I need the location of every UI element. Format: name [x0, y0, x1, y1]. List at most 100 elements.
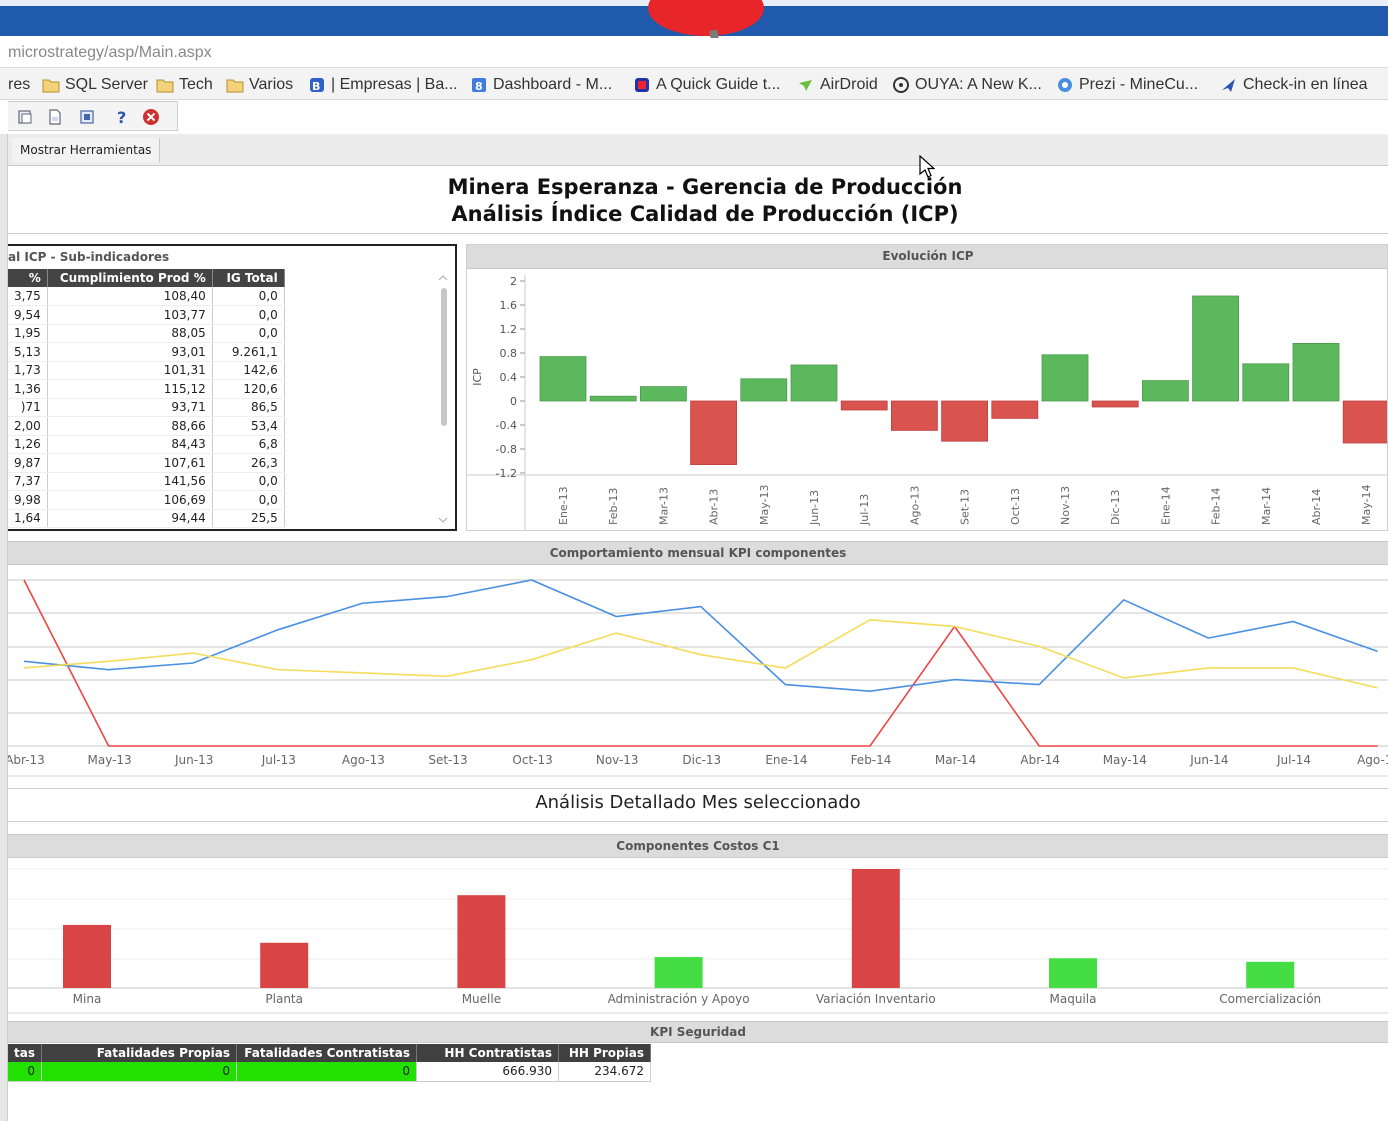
address-bar[interactable]: microstrategy/asp/Main.aspx	[0, 38, 1388, 68]
cost-components-chart: Mina Planta Muelle Administración y Apoyo Va…	[8, 868, 1388, 1014]
table-cell: 103,77	[47, 305, 213, 325]
show-tools-button[interactable]: Mostrar Herramientas	[12, 138, 161, 162]
url-text[interactable]: microstrategy/asp/Main.aspx	[8, 44, 212, 62]
table-row[interactable]: 3,75 108,40 0,0	[8, 287, 285, 306]
column-header[interactable]: HH Propias	[558, 1044, 651, 1062]
x-tick-label: Nov-13	[1059, 486, 1072, 525]
svg-text:8: 8	[475, 80, 483, 93]
scrollbar-thumb[interactable]	[441, 288, 447, 426]
bookmark-item[interactable]: res	[8, 74, 30, 96]
table-row[interactable]: 9,98 106,69 0,0	[8, 490, 285, 510]
bar	[1091, 400, 1139, 408]
plane-icon	[1222, 79, 1235, 92]
bookmark-item[interactable]: Tech	[156, 74, 213, 96]
table-cell: 0,0	[212, 490, 285, 510]
column-header[interactable]: IG Total	[212, 269, 285, 287]
table-row[interactable]: 9,87 107,61 26,3	[8, 453, 285, 473]
series-line	[23, 579, 1378, 747]
bookmark-item[interactable]: 8 Dashboard - M...	[470, 74, 612, 96]
x-tick-label: Jul-13	[261, 753, 296, 767]
column-header[interactable]: Cumplimiento Prod %	[47, 269, 213, 287]
bookmarks-bar: res SQL Server Tech Varios B | Empresas | Ba.…	[0, 68, 1388, 100]
table-row[interactable]: 1,26 84,43 6,8	[8, 435, 285, 454]
table-row[interactable]: )71 93,71 86,5	[8, 398, 285, 417]
sub-indicators-caption: al ICP - Sub-indicadores	[8, 250, 170, 264]
table-cell: 0	[236, 1062, 417, 1082]
table-cell: 88,05	[47, 324, 213, 343]
close-icon[interactable]	[142, 108, 160, 126]
x-tick-label: Variación Inventario	[816, 992, 936, 1006]
bookmark-item[interactable]: Varios	[226, 74, 293, 96]
table-cell: 84,43	[47, 435, 213, 454]
prezi-icon	[1058, 78, 1072, 92]
x-tick-label: Jun-14	[1189, 753, 1228, 767]
bar	[1242, 363, 1290, 402]
x-tick-label: Set-13	[428, 753, 467, 767]
table-cell: 26,3	[212, 453, 285, 473]
print-icon[interactable]	[78, 108, 96, 126]
bookmark-item[interactable]: Prezi - MineCu...	[1056, 74, 1198, 96]
y-tick-label: 1.2	[500, 323, 518, 336]
table-row: 0 0 0 666.930 234.672	[8, 1062, 651, 1082]
x-tick-label: Feb-14	[851, 753, 892, 767]
bar	[690, 400, 738, 465]
x-tick-label: Jul-13	[858, 494, 871, 526]
bookmark-label: AirDroid	[820, 76, 878, 93]
x-tick-label: Oct-13	[512, 753, 552, 767]
column-header[interactable]: tas	[8, 1044, 42, 1062]
x-tick-label: Maquila	[1050, 992, 1097, 1006]
bar	[1246, 961, 1295, 988]
x-tick-label: May-13	[87, 753, 131, 767]
bar	[890, 400, 938, 431]
column-header[interactable]: Fatalidades Propias	[41, 1044, 237, 1062]
table-row[interactable]: 1,36 115,12 120,6	[8, 379, 285, 399]
x-tick-label: Abr-14	[1310, 489, 1323, 525]
bookmark-label: Varios	[249, 76, 294, 93]
table-row[interactable]: 5,13 93,01 9.261,1	[8, 342, 285, 362]
pdf-icon[interactable]	[46, 108, 64, 126]
x-tick-label: Abr-13	[8, 753, 45, 767]
bar	[851, 869, 900, 988]
x-tick-label: Mar-14	[1260, 487, 1273, 525]
table-row[interactable]: 1,73 101,31 142,6	[8, 361, 285, 380]
column-header[interactable]: %	[8, 269, 48, 287]
table-cell: 25,5	[212, 509, 285, 528]
x-tick-label: May-14	[1103, 753, 1147, 767]
column-header[interactable]: HH Contratistas	[416, 1044, 559, 1062]
table-row[interactable]: 1,95 88,05 0,0	[8, 324, 285, 343]
folder-icon	[156, 79, 174, 93]
table-cell: 1,73	[8, 361, 48, 380]
table-cell: 93,01	[47, 342, 213, 362]
bar	[63, 924, 111, 988]
bar	[840, 400, 888, 411]
table-row[interactable]: 2,00 88,66 53,4	[8, 416, 285, 436]
table-cell: 141,56	[47, 472, 213, 491]
table-cell: 7,37	[8, 472, 48, 491]
column-header[interactable]: Fatalidades Contratistas	[236, 1044, 417, 1062]
table-cell: 0,0	[212, 472, 285, 491]
bar	[740, 378, 788, 402]
bar	[1142, 380, 1189, 402]
bar	[1041, 354, 1089, 402]
bookmark-item[interactable]: AirDroid	[797, 74, 878, 96]
table-row[interactable]: 7,37 141,56 0,0	[8, 472, 285, 491]
x-tick-label: Mar-14	[935, 753, 976, 767]
bookmark-item[interactable]: A Quick Guide t...	[633, 74, 781, 96]
bookmark-item[interactable]: B | Empresas | Ba...	[308, 74, 458, 96]
table-cell: 5,13	[8, 342, 48, 362]
bookmark-item[interactable]: OUYA: A New K...	[892, 74, 1042, 96]
report-title-line1: Minera Esperanza - Gerencia de Producció…	[447, 175, 963, 199]
folder-icon	[42, 79, 60, 93]
table-row[interactable]: 1,64 94,44 25,5	[8, 509, 285, 528]
svg-text:B: B	[312, 80, 320, 93]
ouya-icon	[893, 77, 909, 93]
bookmark-item[interactable]: SQL Server	[42, 74, 148, 96]
bookmark-item[interactable]: Check-in en línea	[1220, 74, 1368, 96]
x-tick-label: Dic-13	[682, 753, 721, 767]
x-tick-label: May-13	[758, 484, 771, 525]
x-tick-label: Comercialización	[1219, 992, 1321, 1006]
x-tick-label: Feb-14	[1210, 488, 1223, 525]
export-icon[interactable]	[16, 108, 34, 126]
help-icon[interactable]: ?	[112, 108, 130, 126]
table-row[interactable]: 9,54 103,77 0,0	[8, 305, 285, 325]
